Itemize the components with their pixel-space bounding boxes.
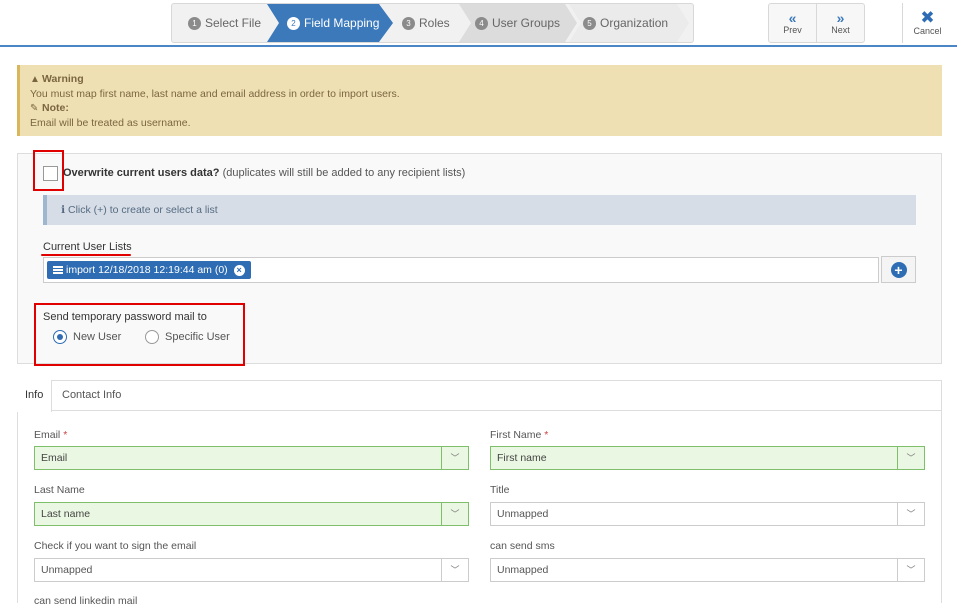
chevron-down-icon: ﹀	[441, 447, 468, 469]
wizard-nav: « Prev » Next	[768, 3, 865, 43]
tab-info[interactable]: Info	[17, 380, 53, 412]
close-icon: ✖	[920, 8, 935, 27]
sign-email-label: Check if you want to sign the email	[34, 540, 197, 552]
chevron-down-icon: ﹀	[897, 559, 924, 581]
list-info-bar: ℹ Click (+) to create or select a list	[43, 195, 916, 225]
sign-email-select-value: Unmapped	[41, 564, 93, 576]
tab-contact-info[interactable]: Contact Info	[54, 380, 129, 411]
edit-icon: ✎	[30, 103, 39, 114]
warning-alert: ▲ Warning You must map first name, last n…	[17, 65, 942, 136]
linkedin-label: can send linkedin mail	[34, 595, 138, 607]
user-lists-input[interactable]: import 12/18/2018 12:19:44 am (0) ×	[43, 257, 879, 283]
email-label-text: Email	[34, 429, 61, 441]
list-icon	[53, 266, 63, 274]
next-label: Next	[831, 24, 850, 35]
step-label: Select File	[205, 16, 262, 30]
send-sms-select-value: Unmapped	[497, 564, 549, 576]
overwrite-question: Overwrite current users data?	[63, 167, 220, 179]
step-field-mapping[interactable]: 2 Field Mapping	[267, 4, 394, 42]
last-name-select[interactable]: Last name ﹀	[34, 502, 469, 526]
warning-title-row: ▲ Warning	[30, 72, 932, 87]
step-label: Field Mapping	[304, 16, 380, 30]
chevron-down-icon: ﹀	[897, 503, 924, 525]
warning-title: Warning	[42, 73, 84, 85]
plus-circle-icon: +	[890, 261, 907, 278]
note-title-row: ✎ Note:	[30, 101, 932, 116]
prev-label: Prev	[783, 24, 802, 35]
step-number: 5	[583, 16, 596, 30]
double-chevron-left-icon: «	[788, 9, 797, 26]
first-name-label: First Name *	[490, 429, 548, 441]
send-sms-select[interactable]: Unmapped ﹀	[490, 558, 925, 582]
prev-button[interactable]: « Prev	[769, 4, 816, 42]
step-label: Roles	[419, 16, 450, 30]
step-number: 4	[475, 16, 488, 30]
first-name-select[interactable]: First name ﹀	[490, 446, 925, 470]
email-select[interactable]: Email ﹀	[34, 446, 469, 470]
required-mark: *	[63, 429, 68, 441]
send-sms-label: can send sms	[490, 540, 555, 552]
cancel-label: Cancel	[913, 26, 942, 36]
cancel-button[interactable]: ✖ Cancel	[902, 3, 952, 43]
step-user-groups[interactable]: 4 User Groups	[459, 4, 579, 42]
tab-bar: Info Contact Info	[17, 380, 942, 412]
chevron-down-icon: ﹀	[441, 503, 468, 525]
step-organization[interactable]: 5 Organization	[569, 4, 693, 42]
note-title: Note:	[42, 102, 69, 114]
step-number: 1	[188, 16, 201, 30]
double-chevron-right-icon: »	[836, 9, 845, 26]
step-number: 3	[402, 16, 415, 30]
remove-tag-icon[interactable]: ×	[233, 264, 245, 276]
step-number: 2	[287, 16, 300, 30]
info-text: Click (+) to create or select a list	[68, 204, 218, 216]
list-tag[interactable]: import 12/18/2018 12:19:44 am (0) ×	[47, 261, 251, 279]
list-tag-label: import 12/18/2018 12:19:44 am (0)	[66, 264, 228, 276]
sign-email-select[interactable]: Unmapped ﹀	[34, 558, 469, 582]
first-name-select-value: First name	[497, 452, 547, 464]
step-select-file[interactable]: 1 Select File	[172, 4, 272, 42]
add-list-button[interactable]: +	[881, 256, 916, 283]
current-user-lists-label: Current User Lists	[43, 241, 132, 253]
title-label: Title	[490, 484, 510, 496]
next-button[interactable]: » Next	[816, 4, 864, 42]
warning-icon: ▲	[30, 74, 40, 85]
warning-message: You must map first name, last name and e…	[30, 88, 400, 100]
overwrite-label: Overwrite current users data? (duplicate…	[63, 167, 465, 179]
step-label: User Groups	[492, 16, 561, 30]
note-text: Email will be treated as username.	[30, 117, 191, 129]
step-label: Organization	[600, 16, 669, 30]
chevron-down-icon: ﹀	[441, 559, 468, 581]
last-name-select-value: Last name	[41, 508, 91, 520]
wizard-header: 1 Select File 2 Field Mapping 3 Roles 4 …	[0, 0, 957, 47]
step-roles[interactable]: 3 Roles	[394, 4, 464, 42]
wizard-steps: 1 Select File 2 Field Mapping 3 Roles 4 …	[171, 3, 694, 43]
required-mark: *	[544, 429, 549, 441]
info-icon: ℹ	[61, 204, 65, 216]
first-name-label-text: First Name	[490, 429, 542, 441]
title-select-value: Unmapped	[497, 508, 549, 520]
last-name-label: Last Name	[34, 484, 85, 496]
overwrite-hint: (duplicates will still be added to any r…	[222, 167, 466, 179]
highlight-underline	[41, 254, 131, 256]
email-select-value: Email	[41, 452, 68, 464]
title-select[interactable]: Unmapped ﹀	[490, 502, 925, 526]
email-label: Email *	[34, 429, 67, 441]
chevron-down-icon: ﹀	[897, 447, 924, 469]
highlight-box-checkbox	[33, 150, 64, 191]
highlight-box-password	[34, 303, 245, 366]
